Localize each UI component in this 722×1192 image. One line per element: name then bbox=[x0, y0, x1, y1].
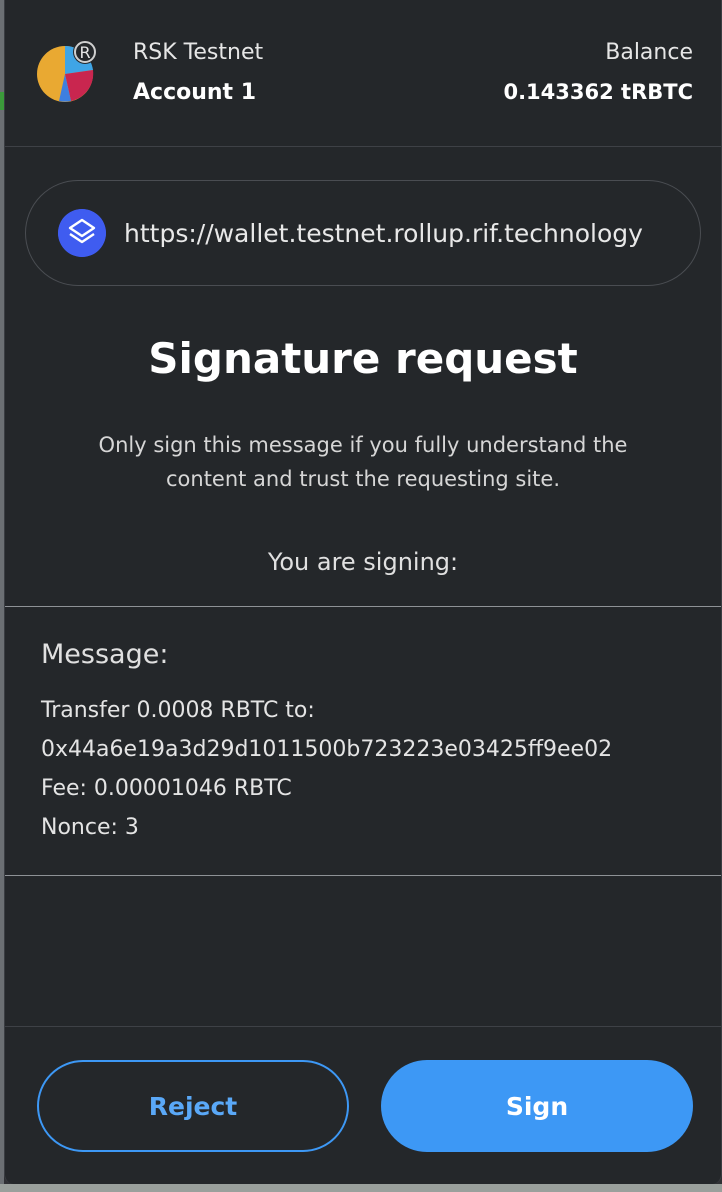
network-name: RSK Testnet bbox=[133, 40, 264, 65]
network-badge: R bbox=[79, 43, 90, 62]
account-avatar-icon: R bbox=[37, 40, 97, 102]
signature-request-popup: R RSK Testnet Account 1 Balance 0.143362… bbox=[4, 0, 722, 1184]
page-title: Signature request bbox=[148, 334, 578, 383]
message-box[interactable]: Message: Transfer 0.0008 RBTC to: 0x44a6… bbox=[5, 606, 721, 876]
message-line: Fee: 0.00001046 RBTC bbox=[41, 776, 292, 801]
account-name: Account 1 bbox=[133, 80, 257, 105]
window-bottom-edge bbox=[0, 1184, 722, 1192]
sign-warning-text: Only sign this message if you fully unde… bbox=[98, 433, 628, 491]
balance-label: Balance bbox=[605, 40, 693, 65]
message-line: Nonce: 3 bbox=[41, 815, 139, 840]
site-origin-url: https://wallet.testnet.rollup.rif.techno… bbox=[124, 219, 643, 248]
message-line: 0x44a6e19a3d29d1011500b723223e03425ff9ee… bbox=[41, 737, 613, 762]
layers-icon bbox=[58, 209, 106, 257]
footer-divider bbox=[5, 1026, 721, 1027]
reject-button[interactable]: Reject bbox=[37, 1060, 349, 1152]
site-origin-pill: https://wallet.testnet.rollup.rif.techno… bbox=[25, 180, 701, 286]
message-heading: Message: bbox=[41, 639, 169, 670]
account-header: R RSK Testnet Account 1 Balance 0.143362… bbox=[5, 0, 721, 147]
sign-button[interactable]: Sign bbox=[381, 1060, 693, 1152]
message-content: Transfer 0.0008 RBTC to: 0x44a6e19a3d29d… bbox=[41, 691, 612, 847]
balance-value: 0.143362 tRBTC bbox=[503, 80, 693, 104]
message-line: Transfer 0.0008 RBTC to: bbox=[41, 698, 315, 723]
signing-label: You are signing: bbox=[267, 548, 459, 576]
